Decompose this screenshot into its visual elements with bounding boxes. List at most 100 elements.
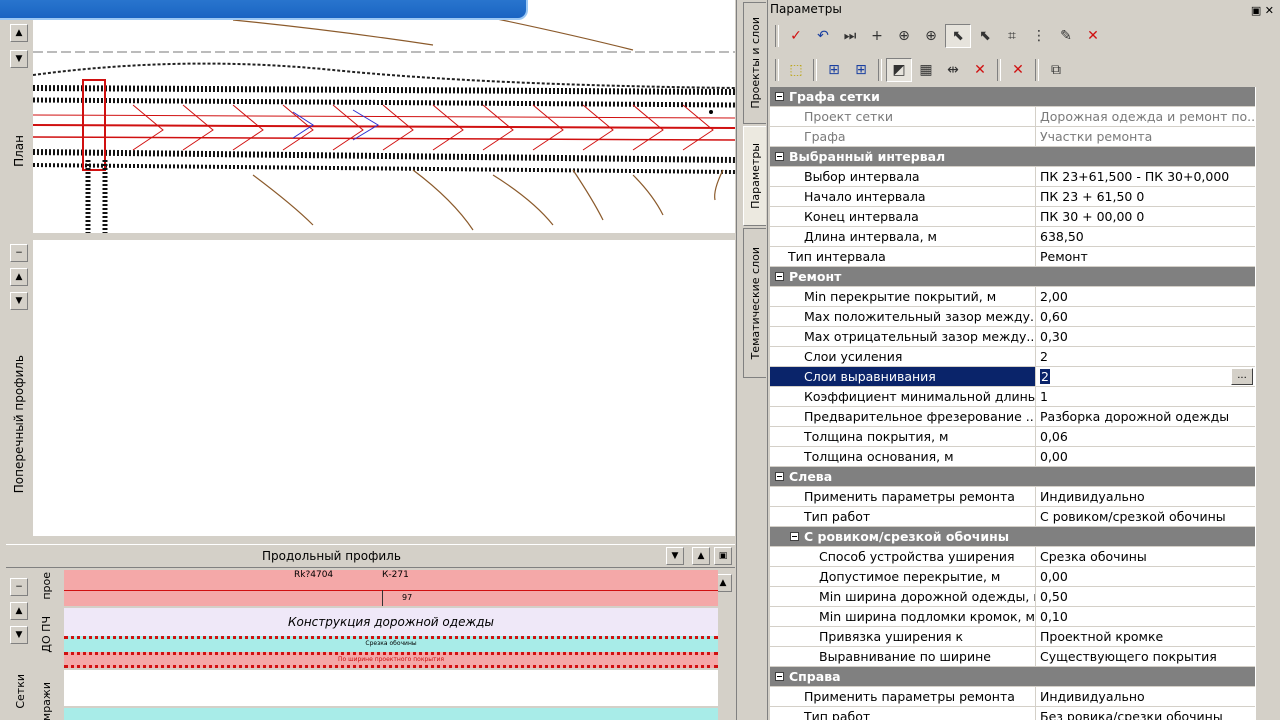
property-value[interactable]: Срезка обочины (1036, 547, 1255, 566)
property-row[interactable]: Min ширина подломки кромок, м 0,10 (770, 607, 1255, 627)
category-header[interactable]: Ремонт (770, 267, 1255, 287)
category-header[interactable]: С ровиком/срезкой обочины (770, 527, 1255, 547)
property-value[interactable]: Участки ремонта (1036, 127, 1255, 146)
scroll-up-button[interactable]: ▲ (10, 268, 28, 286)
category-header[interactable]: Графа сетки (770, 87, 1255, 107)
collapse-icon[interactable] (775, 152, 784, 161)
target-icon[interactable]: ⊕ (891, 24, 917, 48)
property-value[interactable]: ПК 23+61,500 - ПК 30+0,000 (1036, 167, 1255, 186)
category-header[interactable]: Выбранный интервал (770, 147, 1255, 167)
collapse-button[interactable]: − (10, 244, 28, 262)
property-row[interactable]: Max положительный зазор между... 0,60 (770, 307, 1255, 327)
property-value[interactable]: 0,60 (1036, 307, 1255, 326)
property-row[interactable]: Выбор интервала ПК 23+61,500 - ПК 30+0,00… (770, 167, 1255, 187)
property-row[interactable]: Толщина покрытия, м 0,06 (770, 427, 1255, 447)
property-row[interactable]: Допустимое перекрытие, м 0,00 (770, 567, 1255, 587)
property-row[interactable]: Проект сетки Дорожная одежда и ремонт по.… (770, 107, 1255, 127)
property-value[interactable]: Разборка дорожной одежды (1036, 407, 1255, 426)
property-row[interactable]: Тип интервала Ремонт (770, 247, 1255, 267)
undo-icon[interactable]: ↶ (810, 24, 836, 48)
property-value[interactable]: 0,50 (1036, 587, 1255, 606)
property-row[interactable]: Способ устройства уширения Срезка обочины (770, 547, 1255, 567)
scroll-down-button[interactable]: ▼ (10, 292, 28, 310)
property-value[interactable]: 0,30 (1036, 327, 1255, 346)
property-row[interactable]: Тип работ С ровиком/срезкой обочины (770, 507, 1255, 527)
dropdown-button[interactable]: ▼ (666, 547, 684, 565)
select-rect-icon[interactable]: ⬚ (783, 58, 809, 82)
tab-projects-layers[interactable]: Проекты и слои (743, 2, 766, 124)
restore-icon[interactable]: ▣ ✕ (1251, 2, 1274, 20)
property-row[interactable]: Max отрицательный зазор между... 0,30 (770, 327, 1255, 347)
collapse-icon[interactable] (775, 672, 784, 681)
crosshair-icon[interactable]: + (864, 24, 890, 48)
collapse-icon[interactable] (790, 532, 799, 541)
property-row[interactable]: Толщина основания, м 0,00 (770, 447, 1255, 467)
property-value[interactable]: 0,00 (1036, 447, 1255, 466)
property-value[interactable]: 1 (1036, 387, 1255, 406)
property-row[interactable]: Применить параметры ремонта Индивидуально (770, 487, 1255, 507)
property-value[interactable]: 638,50 (1036, 227, 1255, 246)
category-header[interactable]: Справа (770, 667, 1255, 687)
property-value[interactable]: С ровиком/срезкой обочины (1036, 507, 1255, 526)
category-header[interactable]: Слева (770, 467, 1255, 487)
property-value[interactable]: 2 (1036, 347, 1255, 366)
add-row-icon[interactable]: ⊞ (821, 58, 847, 82)
layers-icon[interactable]: ◩ (886, 58, 912, 82)
tab-parameters[interactable]: Параметры (743, 126, 766, 226)
long-profile-view[interactable]: − ▲ ▼ ▲ прое ДО ПЧ Сетки мражи Rk?4704 К… (6, 570, 735, 720)
export-icon[interactable]: ⧉ (1043, 58, 1069, 82)
delete-icon[interactable]: ✕ (1080, 24, 1106, 48)
collapse-icon[interactable] (775, 272, 784, 281)
add-row-alt-icon[interactable]: ⊞ (848, 58, 874, 82)
collapse-icon[interactable] (775, 92, 784, 101)
property-row[interactable]: Тип работ Без ровика/срезки обочины (770, 707, 1255, 720)
target-plus-icon[interactable]: ⊕ (918, 24, 944, 48)
delete-interval-icon[interactable]: ✕ (967, 58, 993, 82)
node-icon[interactable]: ⌗ (999, 24, 1025, 48)
property-value[interactable]: 0,10 (1036, 607, 1255, 626)
property-value[interactable]: ПК 23 + 61,50 0 (1036, 187, 1255, 206)
property-row[interactable]: Привязка уширения к Проектной кромке (770, 627, 1255, 647)
property-row[interactable]: Слои усиления 2 (770, 347, 1255, 367)
grid-scrollbar[interactable] (1255, 87, 1280, 720)
property-row[interactable]: Графа Участки ремонта (770, 127, 1255, 147)
property-row[interactable]: Длина интервала, м 638,50 (770, 227, 1255, 247)
checkmark-icon[interactable]: ✓ (783, 24, 809, 48)
scroll-up-button[interactable]: ▲ (10, 24, 28, 42)
property-value[interactable]: 2,00 (1036, 287, 1255, 306)
cross-profile-view[interactable] (33, 240, 735, 536)
property-value[interactable]: Дорожная одежда и ремонт по... (1036, 107, 1255, 126)
restore-icon[interactable]: ▣ (714, 547, 732, 565)
delete-row-icon[interactable]: ✕ (1005, 58, 1031, 82)
property-row[interactable]: Min ширина дорожной одежды, м 0,50 (770, 587, 1255, 607)
property-row[interactable]: Предварительное фрезерование ... Разборка… (770, 407, 1255, 427)
insert-interval-icon[interactable]: ⇹ (940, 58, 966, 82)
property-row[interactable]: Min перекрытие покрытий, м 2,00 (770, 287, 1255, 307)
property-row[interactable]: Слои выравнивания 2... (770, 367, 1255, 387)
scroll-up-button[interactable]: ▲ (692, 547, 710, 565)
property-value[interactable]: Проектной кромке (1036, 627, 1255, 646)
plan-view[interactable] (33, 0, 735, 233)
collapse-button[interactable]: − (10, 578, 28, 596)
scroll-down-button[interactable]: ▼ (10, 50, 28, 68)
scroll-up-button[interactable]: ▲ (10, 602, 28, 620)
collapse-icon[interactable] (775, 472, 784, 481)
property-value[interactable]: Индивидуально (1036, 487, 1255, 506)
select-cursor-icon[interactable]: ⬉ (945, 24, 971, 48)
property-value[interactable]: Без ровика/срезки обочины (1036, 707, 1255, 720)
split-icon[interactable]: ⋮ (1026, 24, 1052, 48)
step-forward-icon[interactable]: ⏭ (837, 24, 863, 48)
property-value[interactable]: 0,06 (1036, 427, 1255, 446)
property-row[interactable]: Коэффициент минимальной длины 1 (770, 387, 1255, 407)
property-value[interactable]: Индивидуально (1036, 687, 1255, 706)
tab-thematic-layers[interactable]: Тематические слои (743, 228, 766, 378)
select-arrow-icon[interactable]: ⬉ (972, 24, 998, 48)
eyedropper-icon[interactable]: ✎ (1053, 24, 1079, 48)
property-row[interactable]: Конец интервала ПК 30 + 00,00 0 (770, 207, 1255, 227)
property-row[interactable]: Выравнивание по ширине Существующего покр… (770, 647, 1255, 667)
property-value[interactable]: 2 (1036, 367, 1255, 386)
property-row[interactable]: Начало интервала ПК 23 + 61,50 0 (770, 187, 1255, 207)
property-value[interactable]: 0,00 (1036, 567, 1255, 586)
scroll-down-button[interactable]: ▼ (10, 626, 28, 644)
property-value[interactable]: Ремонт (1036, 247, 1255, 266)
